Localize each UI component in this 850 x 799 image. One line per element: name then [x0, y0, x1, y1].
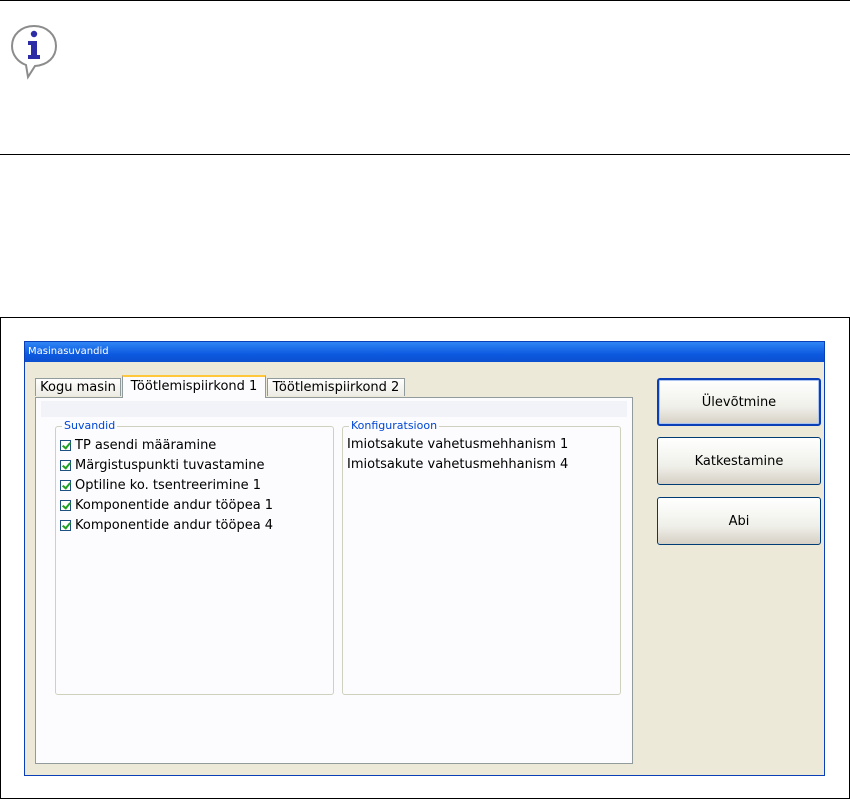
- option-item[interactable]: Komponentide andur tööpea 4: [60, 515, 273, 535]
- dialog-titlebar[interactable]: Masinasuvandid: [25, 342, 824, 362]
- option-label: Märgistuspunkti tuvastamine: [75, 457, 265, 473]
- option-item[interactable]: Märgistuspunkti tuvastamine: [60, 455, 273, 475]
- options-list: TP asendi määramine Märgistuspunkti tuva…: [60, 435, 273, 535]
- option-label: TP asendi määramine: [75, 437, 217, 453]
- tab-processing-area-2[interactable]: Töötlemispiirkond 2: [267, 378, 405, 396]
- tab-panel: Suvandid TP asendi määramine Märgistuspu…: [35, 397, 633, 764]
- configuration-group: Konfiguratsioon Imiotsakute vahetusmehha…: [342, 419, 621, 695]
- checkbox-checked[interactable]: [60, 499, 71, 511]
- dialog-title: Masinasuvandid: [28, 346, 109, 357]
- checkbox-checked[interactable]: [60, 519, 71, 531]
- option-item[interactable]: Optiline ko. tsentreerimine 1: [60, 475, 273, 495]
- options-group-legend: Suvandid: [62, 419, 118, 432]
- apply-button[interactable]: Ülevõtmine: [657, 378, 821, 426]
- tab-processing-area-1[interactable]: Töötlemispiirkond 1: [122, 375, 266, 398]
- checkbox-checked[interactable]: [60, 479, 71, 491]
- option-item[interactable]: TP asendi määramine: [60, 435, 273, 455]
- configuration-item: Imiotsakute vahetusmehhanism 1: [347, 437, 569, 452]
- option-label: Komponentide andur tööpea 1: [75, 497, 274, 513]
- checkbox-checked[interactable]: [60, 459, 71, 471]
- help-button[interactable]: Abi: [657, 497, 821, 545]
- machine-options-dialog: Masinasuvandid Kogu masin Töötlemispiirk…: [24, 341, 825, 776]
- info-icon: [10, 24, 58, 80]
- configuration-list: Imiotsakute vahetusmehhanism 1 Imiotsaku…: [347, 435, 568, 475]
- configuration-group-legend: Konfiguratsioon: [349, 419, 440, 432]
- screenshot-frame: Masinasuvandid Kogu masin Töötlemispiirk…: [0, 317, 850, 799]
- tab-whole-machine[interactable]: Kogu masin: [35, 378, 121, 396]
- cancel-button[interactable]: Katkestamine: [657, 437, 821, 485]
- options-group: Suvandid TP asendi määramine Märgistuspu…: [55, 419, 334, 695]
- option-item[interactable]: Komponentide andur tööpea 1: [60, 495, 273, 515]
- option-label: Komponentide andur tööpea 4: [75, 517, 274, 533]
- option-label: Optiline ko. tsentreerimine 1: [75, 477, 261, 493]
- panel-header-strip: [41, 401, 627, 417]
- top-rule: [0, 0, 850, 1]
- configuration-item: Imiotsakute vahetusmehhanism 4: [347, 457, 569, 472]
- checkbox-checked[interactable]: [60, 439, 71, 451]
- bottom-rule: [0, 154, 850, 155]
